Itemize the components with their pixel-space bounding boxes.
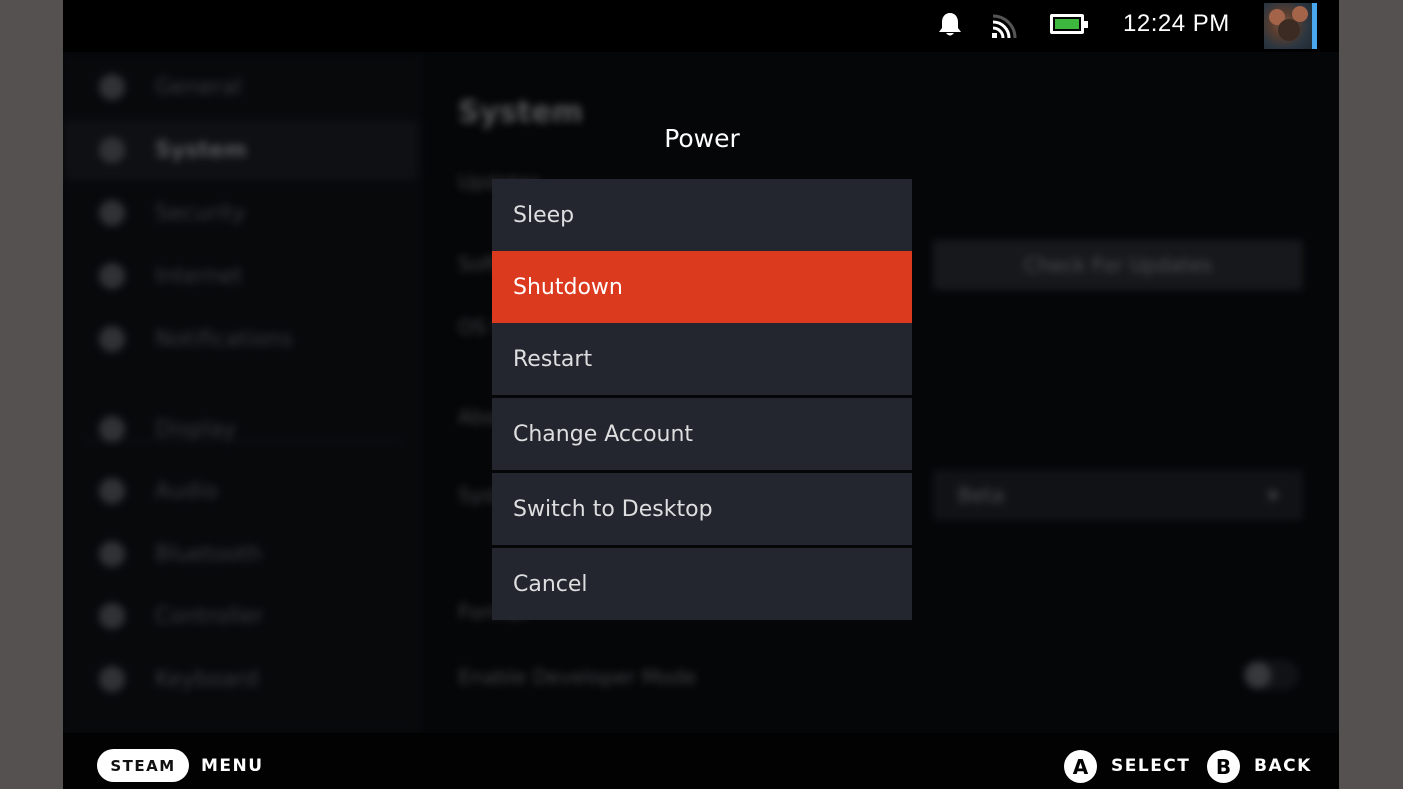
system-icon bbox=[99, 137, 125, 163]
battery-icon[interactable] bbox=[1050, 14, 1088, 34]
update-channel-dropdown: Beta ▾ bbox=[933, 470, 1303, 520]
steam-button[interactable]: STEAM bbox=[97, 749, 189, 782]
clock: 12:24 PM bbox=[1123, 10, 1230, 37]
check-for-updates-button: Check For Updates bbox=[933, 240, 1303, 290]
sidebar-item-bluetooth: Bluetooth bbox=[63, 524, 418, 584]
controller-icon bbox=[99, 603, 125, 629]
sidebar-item-notifications: Notifications bbox=[63, 309, 418, 369]
audio-icon bbox=[99, 478, 125, 504]
menu-item-cancel[interactable]: Cancel bbox=[492, 548, 912, 620]
chevron-down-icon: ▾ bbox=[1267, 483, 1278, 507]
menu-item-restart[interactable]: Restart bbox=[492, 323, 912, 395]
online-status-indicator bbox=[1312, 3, 1317, 49]
avatar-face bbox=[1278, 19, 1300, 41]
menu-hint-label: MENU bbox=[201, 756, 264, 776]
menu-item-shutdown[interactable]: Shutdown bbox=[492, 251, 912, 323]
battery-tip bbox=[1084, 21, 1088, 28]
menu-item-sleep[interactable]: Sleep bbox=[492, 179, 912, 251]
dropdown-value: Beta bbox=[958, 483, 1005, 507]
sidebar-item-general: General bbox=[63, 57, 418, 117]
select-hint-label: SELECT bbox=[1111, 756, 1191, 776]
avatar[interactable] bbox=[1264, 3, 1312, 49]
bell-icon[interactable] bbox=[938, 12, 962, 38]
wifi-icon bbox=[99, 263, 125, 289]
keyboard-icon bbox=[99, 666, 125, 692]
developer-mode-toggle bbox=[1243, 660, 1299, 690]
lock-icon bbox=[99, 200, 125, 226]
sidebar-item-security: Security bbox=[63, 183, 418, 243]
button-hint-bar: STEAM MENU A SELECT B BACK bbox=[63, 733, 1339, 789]
sidebar-item-keyboard: Keyboard bbox=[63, 649, 418, 709]
wifi-signal-icon[interactable] bbox=[991, 14, 1017, 40]
info-icon bbox=[99, 74, 125, 100]
bell-icon bbox=[99, 326, 125, 352]
bluetooth-icon bbox=[99, 541, 125, 567]
sidebar-item-internet: Internet bbox=[63, 246, 418, 306]
b-button-icon[interactable]: B bbox=[1207, 750, 1240, 783]
status-bar: 12:24 PM bbox=[63, 0, 1339, 52]
sidebar-item-system: System bbox=[63, 120, 418, 180]
settings-row-label: Enable Developer Mode bbox=[458, 665, 697, 689]
a-button-icon[interactable]: A bbox=[1064, 750, 1097, 783]
dialog-title: Power bbox=[664, 124, 740, 153]
display-icon bbox=[99, 416, 125, 442]
menu-item-change-account[interactable]: Change Account bbox=[492, 398, 912, 470]
sidebar-item-display: Display bbox=[63, 399, 418, 459]
steam-deck-screen: General System Security Internet Notific… bbox=[63, 0, 1339, 789]
menu-item-switch-to-desktop[interactable]: Switch to Desktop bbox=[492, 473, 912, 545]
settings-sidebar: General System Security Internet Notific… bbox=[63, 55, 423, 733]
back-hint-label: BACK bbox=[1254, 756, 1312, 776]
power-menu: Sleep Shutdown Restart Change Account Sw… bbox=[492, 179, 912, 620]
sidebar-item-audio: Audio bbox=[63, 461, 418, 521]
battery-level bbox=[1055, 19, 1079, 29]
sidebar-item-controller: Controller bbox=[63, 586, 418, 646]
